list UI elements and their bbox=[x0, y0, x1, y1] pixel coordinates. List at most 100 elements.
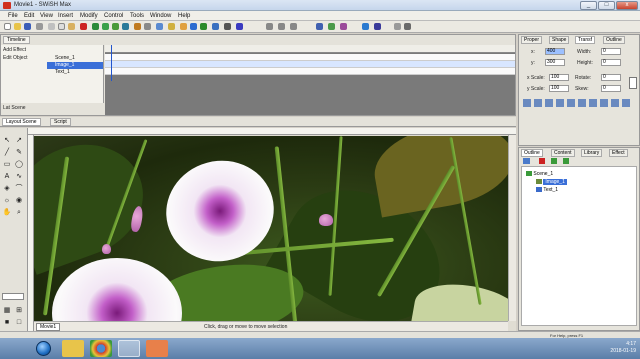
align-right-icon[interactable] bbox=[545, 99, 553, 107]
text-tool-icon[interactable]: A bbox=[2, 172, 12, 182]
x-scale-field[interactable]: 100 bbox=[549, 74, 569, 81]
subselect-tool-icon[interactable]: ↗ bbox=[14, 136, 24, 146]
menu-file[interactable]: File bbox=[8, 13, 18, 19]
last-scene-button[interactable]: Lat Scene bbox=[3, 105, 26, 111]
tree-item-image[interactable]: Image_1 bbox=[536, 179, 567, 186]
view-dropdown[interactable] bbox=[2, 293, 24, 300]
tab-timeline[interactable]: Timeline bbox=[3, 36, 30, 44]
ellipse-tool-icon[interactable]: ◯ bbox=[14, 160, 24, 170]
tab-outline-panel[interactable]: Outline bbox=[521, 149, 543, 157]
layer-text[interactable]: Text_1 bbox=[47, 69, 103, 76]
frame-ruler[interactable] bbox=[105, 45, 515, 53]
frame-row[interactable] bbox=[105, 68, 515, 75]
eyedropper-tool-icon[interactable]: ⌒ bbox=[14, 184, 24, 194]
image-icon[interactable] bbox=[144, 23, 151, 30]
preview-icon[interactable] bbox=[328, 23, 335, 30]
rewind-icon[interactable] bbox=[236, 23, 243, 30]
minimize-button[interactable]: _ bbox=[580, 1, 597, 10]
motion-path-tool-icon[interactable]: ☼ bbox=[2, 196, 12, 206]
frame-grid[interactable] bbox=[105, 45, 515, 115]
align-middle-icon[interactable] bbox=[567, 99, 575, 107]
reshape-tool-icon[interactable]: ◉ bbox=[14, 196, 24, 206]
paste-icon[interactable] bbox=[68, 23, 75, 30]
play-scene-icon[interactable] bbox=[200, 23, 207, 30]
width-field[interactable]: 0 bbox=[601, 48, 621, 55]
swish-app-icon[interactable] bbox=[118, 340, 140, 357]
cut-icon[interactable] bbox=[48, 23, 55, 30]
stop-icon[interactable] bbox=[224, 23, 231, 30]
line-tool-icon[interactable]: ╱ bbox=[2, 148, 12, 158]
group-icon[interactable] bbox=[122, 23, 129, 30]
hand-tool-icon[interactable]: ✋ bbox=[2, 208, 12, 218]
y-field[interactable]: 300 bbox=[545, 59, 565, 66]
zoom-tool-icon[interactable]: ⌕ bbox=[14, 208, 24, 218]
tab-library[interactable]: Library bbox=[581, 149, 603, 157]
tab-transform[interactable]: Transf bbox=[575, 36, 595, 44]
publish-icon[interactable] bbox=[374, 23, 381, 30]
tree-item-text[interactable]: Text_1 bbox=[536, 187, 558, 194]
frame-row[interactable] bbox=[105, 61, 515, 68]
copy-icon[interactable] bbox=[58, 23, 65, 30]
rectangle-tool-icon[interactable]: ▭ bbox=[2, 160, 12, 170]
menu-insert[interactable]: Insert bbox=[58, 13, 73, 19]
playhead[interactable] bbox=[111, 45, 112, 81]
tab-script[interactable]: Script bbox=[50, 118, 71, 126]
align-left-icon[interactable] bbox=[523, 99, 531, 107]
tab-content[interactable]: Content bbox=[551, 149, 575, 157]
fill-color-icon[interactable]: ■ bbox=[2, 318, 12, 328]
app-icon-taskbar[interactable] bbox=[146, 340, 168, 357]
insert-effect-icon[interactable] bbox=[102, 23, 109, 30]
start-button[interactable] bbox=[36, 341, 51, 356]
vertical-scrollbar[interactable] bbox=[508, 135, 516, 321]
add-effect-button[interactable]: Add Effect bbox=[3, 47, 26, 53]
export-icon[interactable] bbox=[316, 23, 323, 30]
align-icon[interactable] bbox=[404, 23, 411, 30]
menu-tools[interactable]: Tools bbox=[130, 13, 144, 19]
settings-icon[interactable] bbox=[394, 23, 401, 30]
step-forward-icon[interactable] bbox=[278, 23, 285, 30]
layer-scene[interactable]: Scene_1 bbox=[47, 55, 103, 62]
x-field[interactable]: 400 bbox=[545, 48, 565, 55]
menu-control[interactable]: Control bbox=[104, 13, 123, 19]
zoom-icon[interactable] bbox=[340, 23, 347, 30]
save-icon[interactable] bbox=[24, 23, 31, 30]
select-tool-icon[interactable]: ↖ bbox=[2, 136, 12, 146]
insert-scene-icon[interactable] bbox=[92, 23, 99, 30]
tab-properties[interactable]: Proper bbox=[521, 36, 543, 44]
bezier-tool-icon[interactable]: ∿ bbox=[14, 172, 24, 182]
flip-vertical-icon[interactable] bbox=[611, 99, 619, 107]
add-scene-icon[interactable] bbox=[551, 158, 557, 164]
play-effect-icon[interactable] bbox=[212, 23, 219, 30]
horizontal-scrollbar[interactable]: Movie1 Click, drag or move to move selec… bbox=[34, 321, 508, 331]
explorer-icon[interactable] bbox=[62, 340, 84, 357]
tab-shape[interactable]: Shape bbox=[549, 36, 570, 44]
close-button[interactable]: x bbox=[616, 1, 638, 10]
group-icon[interactable] bbox=[563, 158, 569, 164]
menu-edit[interactable]: Edit bbox=[24, 13, 34, 19]
button-icon[interactable] bbox=[156, 23, 163, 30]
fill-tool-icon[interactable]: ◈ bbox=[2, 184, 12, 194]
menu-view[interactable]: View bbox=[40, 13, 53, 19]
morning-glory-image[interactable] bbox=[34, 136, 508, 321]
menu-modify[interactable]: Modify bbox=[80, 13, 98, 19]
loop-icon[interactable] bbox=[290, 23, 297, 30]
tab-movie[interactable]: Movie1 bbox=[36, 323, 61, 331]
skew-field[interactable]: 0 bbox=[601, 85, 621, 92]
rotate-field[interactable]: 0 bbox=[601, 74, 621, 81]
text-icon[interactable] bbox=[134, 23, 141, 30]
tab-layout[interactable]: Layout Scene bbox=[2, 118, 41, 126]
height-field[interactable]: 0 bbox=[601, 59, 621, 66]
distribute-icon[interactable] bbox=[589, 99, 597, 107]
delete-icon[interactable] bbox=[80, 23, 87, 30]
align-top-icon[interactable] bbox=[556, 99, 564, 107]
align-bottom-icon[interactable] bbox=[578, 99, 586, 107]
frame-row[interactable] bbox=[105, 54, 515, 61]
pencil-tool-icon[interactable]: ✎ bbox=[14, 148, 24, 158]
snap-toggle-icon[interactable]: ⊞ bbox=[14, 306, 24, 316]
maximize-button[interactable]: □ bbox=[598, 1, 615, 10]
tree-item-scene[interactable]: Scene_1 bbox=[526, 171, 553, 178]
y-scale-field[interactable]: 100 bbox=[549, 85, 569, 92]
layer-image[interactable]: Image_1 bbox=[47, 62, 103, 69]
menu-help[interactable]: Help bbox=[178, 13, 190, 19]
tab-outline[interactable]: Outline bbox=[603, 36, 625, 44]
